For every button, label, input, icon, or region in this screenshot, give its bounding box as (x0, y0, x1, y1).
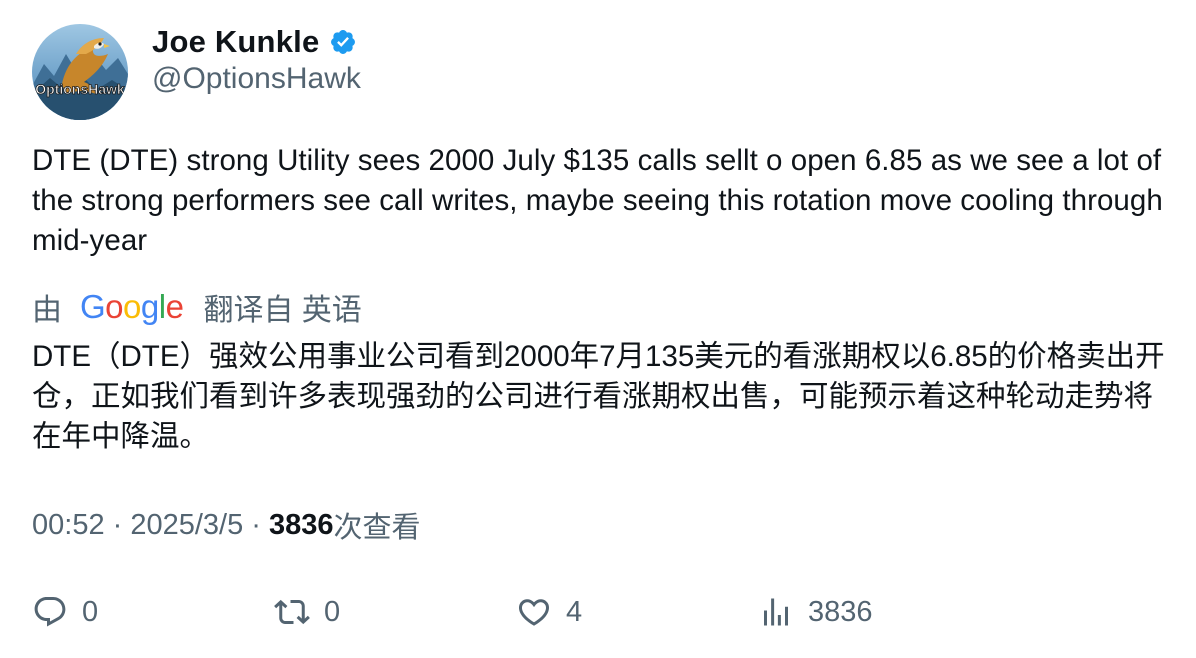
tweet-text: DTE (DTE) strong Utility sees 2000 July … (32, 144, 1163, 257)
avatar[interactable]: OptionsHawk (32, 24, 128, 120)
meta-separator: · (243, 508, 270, 541)
display-name[interactable]: Joe Kunkle (152, 24, 319, 60)
author-handle[interactable]: @OptionsHawk (152, 62, 361, 96)
hawk-logo-icon: OptionsHawk (32, 24, 128, 120)
views-count: 3836 (269, 508, 334, 541)
translation-source-label: 翻译自 英语 (203, 294, 362, 327)
google-logo: Google (80, 288, 184, 325)
retweet-button[interactable]: 0 (274, 590, 340, 634)
tweet-time[interactable]: 00:52 (32, 509, 105, 542)
reply-button[interactable]: 0 (32, 590, 98, 634)
analytics-icon (758, 594, 794, 630)
views-label: 次查看 (333, 512, 421, 544)
translation-attribution: 由 Google 翻译自 英语 (32, 286, 362, 328)
like-button[interactable]: 4 (516, 590, 582, 634)
tweet-meta: 00:52 · 2025/3/5 · 3836 次查看 (32, 504, 421, 546)
retweet-count: 0 (324, 595, 341, 628)
views-button[interactable]: 3836 (758, 590, 873, 634)
translated-text: DTE（DTE）强效公用事业公司看到2000年7月135美元的看涨期权以6.85… (32, 340, 1165, 453)
reply-count: 0 (82, 595, 99, 628)
avatar-logo-text: OptionsHawk (35, 81, 125, 97)
author-name-row: Joe Kunkle (152, 22, 357, 62)
tweet-date[interactable]: 2025/3/5 (130, 509, 243, 542)
views-action-count: 3836 (808, 595, 873, 628)
retweet-icon (274, 594, 310, 630)
verified-badge-icon[interactable] (329, 28, 357, 56)
meta-separator: · (104, 508, 131, 541)
heart-icon (516, 594, 552, 630)
like-count: 4 (566, 595, 583, 628)
translation-prefix: 由 (32, 294, 62, 327)
reply-icon (32, 594, 68, 630)
